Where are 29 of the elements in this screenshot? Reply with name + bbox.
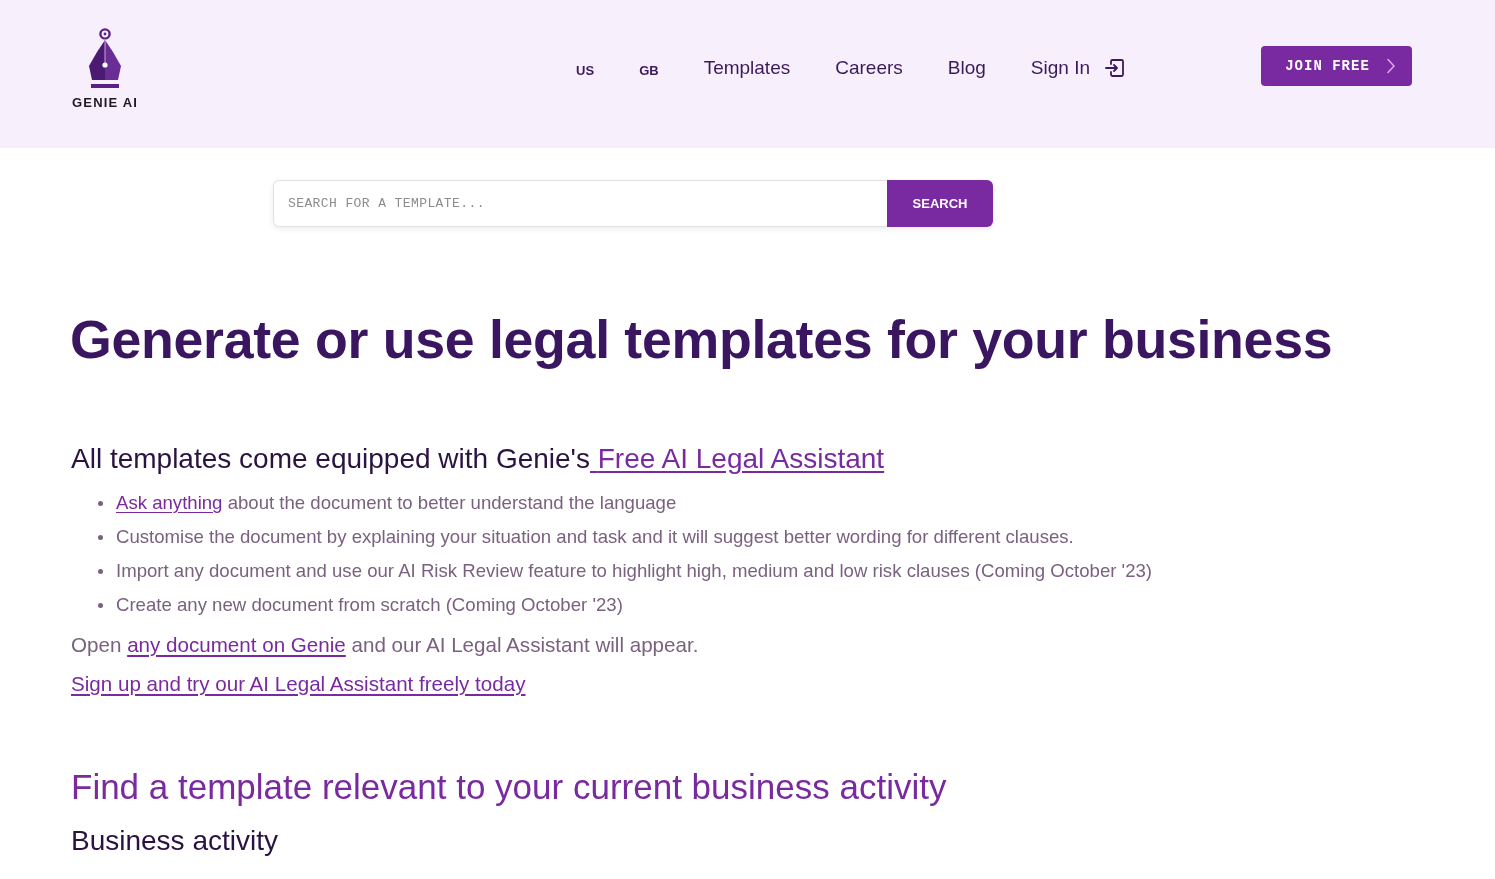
nav-link[interactable]: Templates [703, 57, 791, 79]
page-title: Generate or use legal templates for your business [70, 308, 1334, 371]
chevron-icon [1385, 58, 1396, 74]
bullet-text: Ask anything about the document to better understand the language [116, 492, 677, 514]
nav-link[interactable]: Blog [947, 57, 986, 79]
logo-text: GENIE AI [72, 95, 139, 110]
inline-link[interactable]: any document on Genie [127, 633, 346, 656]
region-link[interactable]: GB [639, 62, 659, 78]
join-free-button[interactable]: JOIN FREE [1261, 46, 1412, 86]
bullet-icon [98, 500, 103, 506]
search-input[interactable]: SEARCH FOR A TEMPLATE... [273, 180, 887, 227]
assistant-link[interactable]: Free AI Legal Assistant [589, 443, 885, 474]
section-heading: Find a template relevant to your current business activity [71, 766, 948, 808]
sign-in-icon [1104, 57, 1126, 79]
bullet-icon [98, 534, 103, 540]
paragraph-text: Open any document on Genie and our AI Legal Assistant will appear. [71, 632, 700, 658]
region-link[interactable]: US [576, 62, 595, 78]
section-heading: All templates come equipped with Genie's Free AI Legal Assistant [71, 442, 886, 476]
inline-link[interactable]: Ask anything [116, 492, 223, 513]
bullet-text: Import any document and use our AI Risk Review feature to highlight high, medium and low risk clauses (Coming October '23) [116, 560, 1152, 582]
bullet-icon [98, 568, 103, 574]
sign-in-link[interactable]: Sign In [1030, 57, 1126, 79]
bullet-text: Create any new document from scratch (Coming October '23) [116, 594, 623, 616]
bullet-icon [98, 602, 103, 608]
search-button[interactable]: SEARCH [887, 180, 993, 227]
bullet-text: Customise the document by explaining your situation and task and it will suggest better wording for different clauses. [116, 526, 1074, 548]
signup-link[interactable]: Sign up and try our AI Legal Assistant freely today [71, 669, 526, 699]
subsection-heading: Business activity [71, 824, 279, 858]
nav-link[interactable]: Careers [835, 57, 903, 79]
